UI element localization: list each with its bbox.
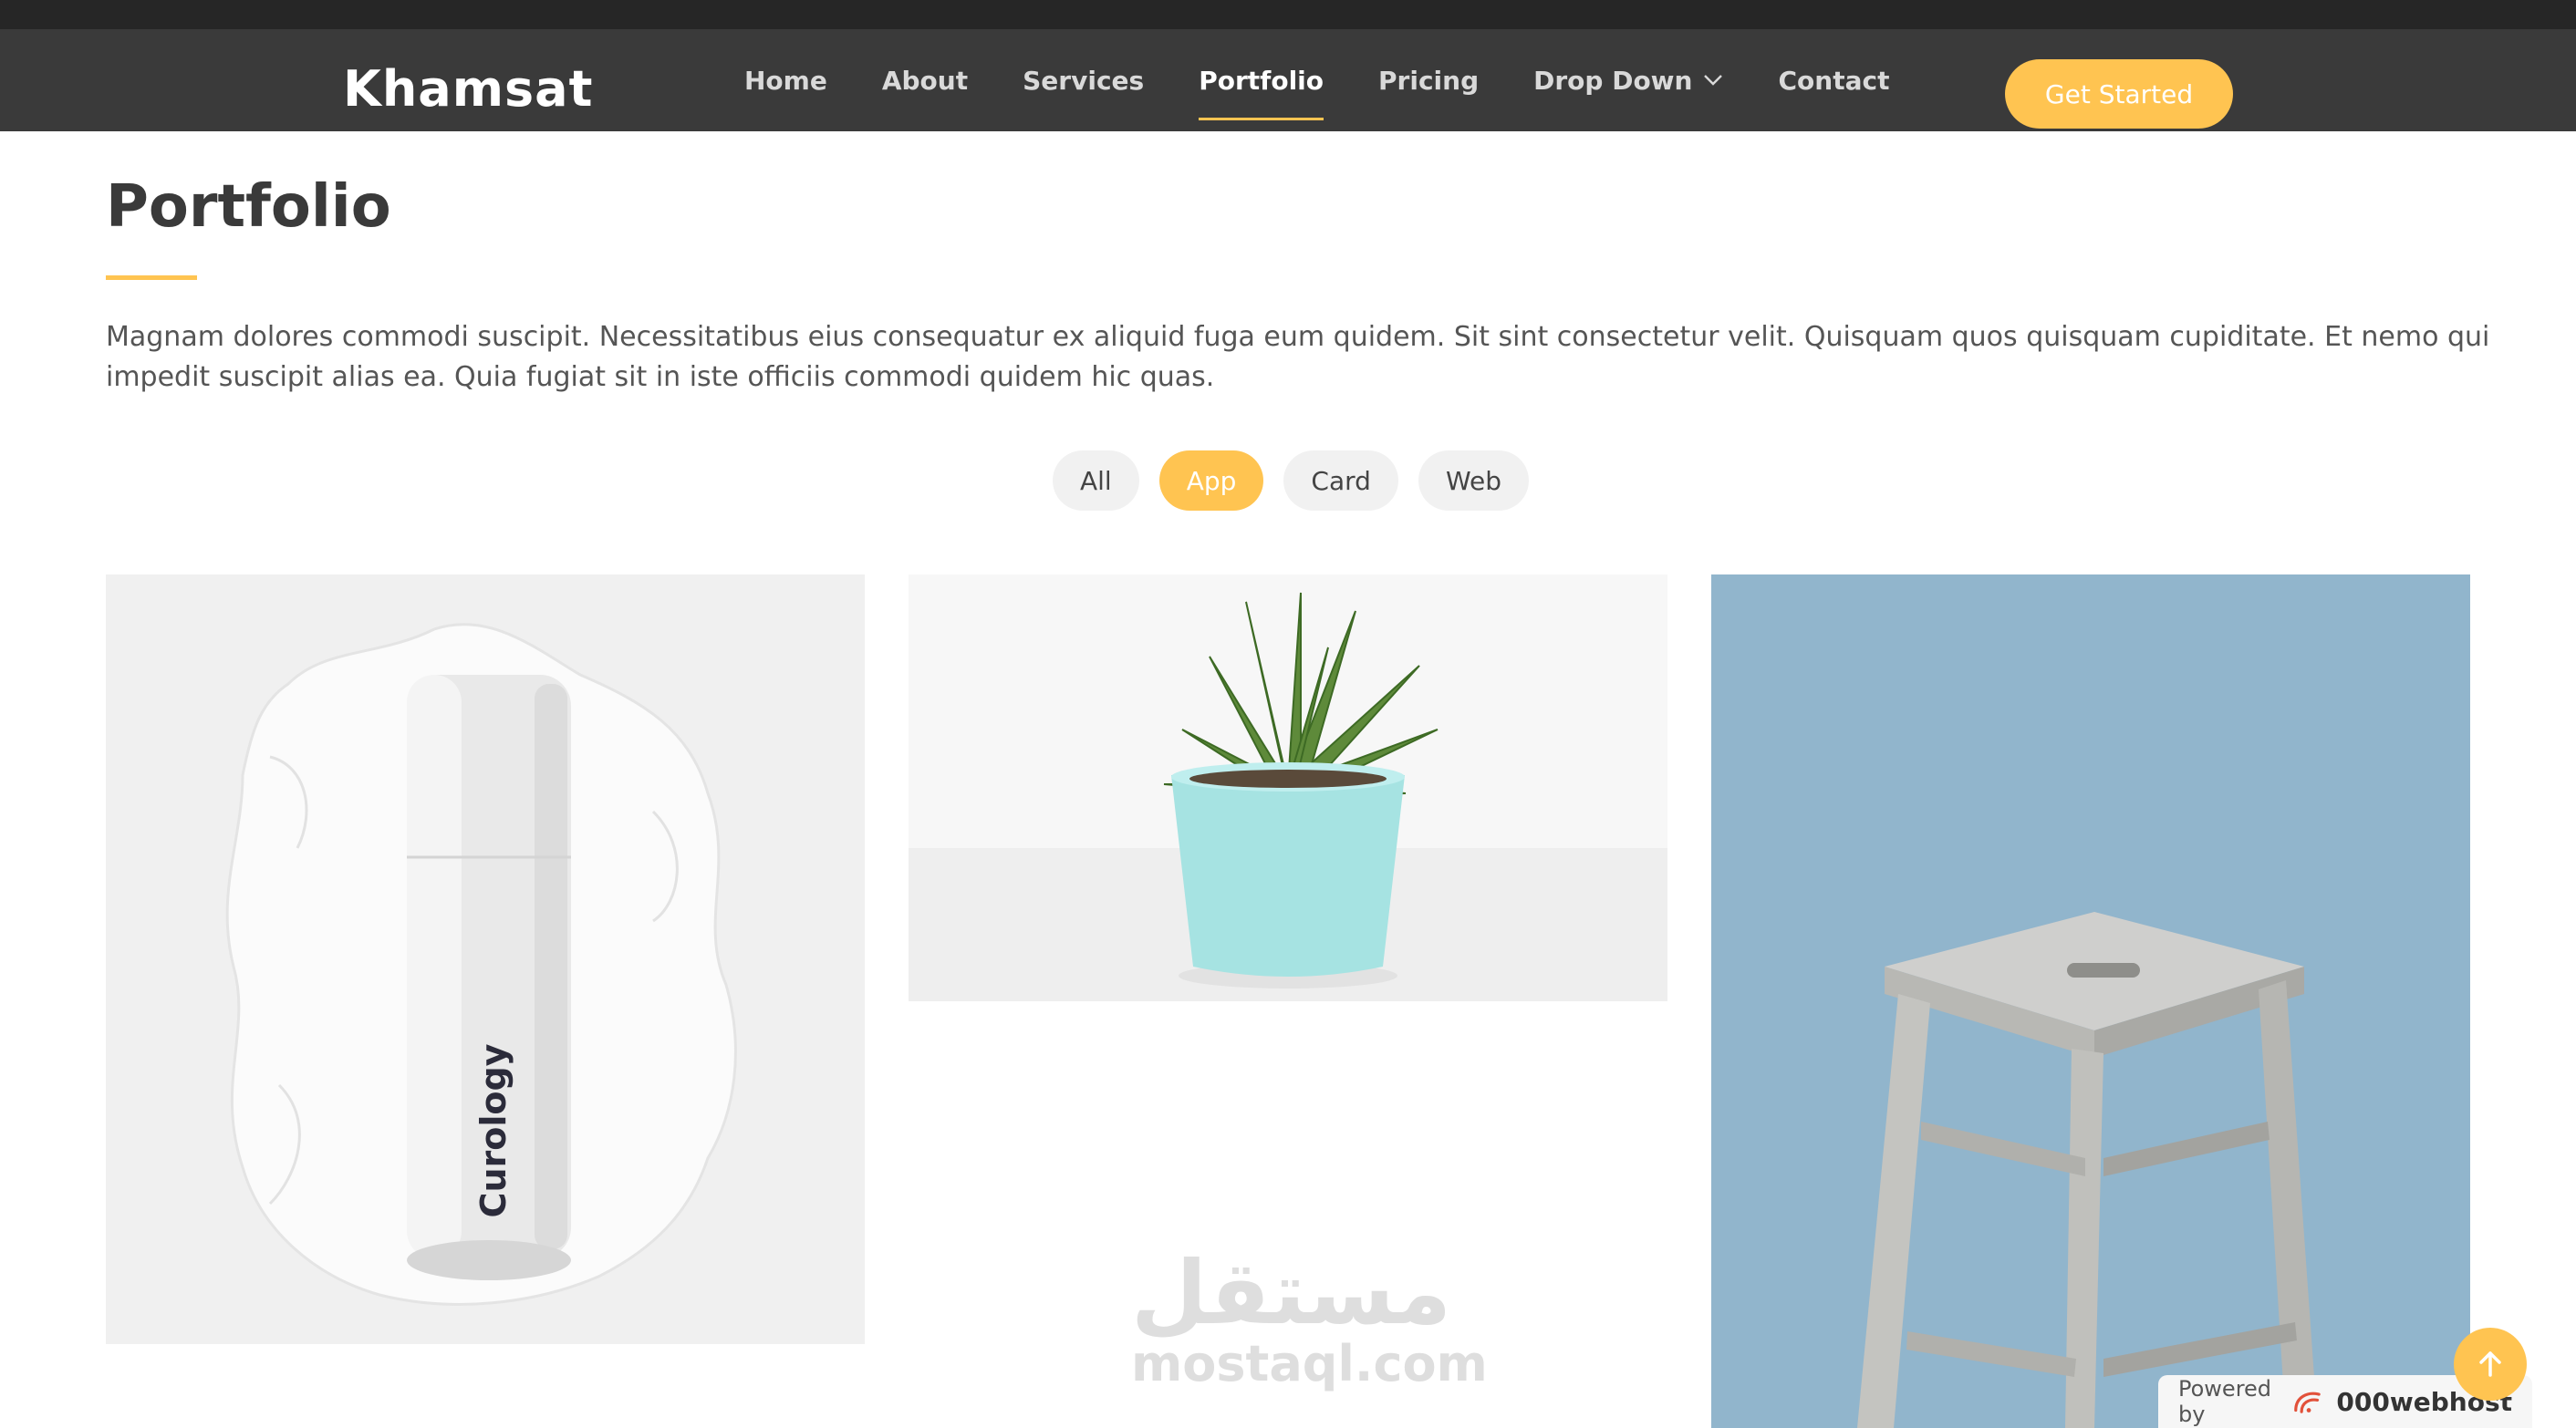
filter-web[interactable]: Web xyxy=(1418,450,1529,511)
main-nav: Home About Services Portfolio Pricing Dr… xyxy=(717,29,1916,131)
chevron-down-icon xyxy=(1704,75,1723,86)
nav-portfolio[interactable]: Portfolio xyxy=(1171,29,1351,131)
back-to-top-button[interactable] xyxy=(2454,1328,2527,1401)
nav-services[interactable]: Services xyxy=(995,29,1171,131)
nav-about[interactable]: About xyxy=(855,29,995,131)
get-started-button[interactable]: Get Started xyxy=(2005,59,2233,129)
nav-pricing[interactable]: Pricing xyxy=(1351,29,1506,131)
watermark-latin: mostaql.com xyxy=(1131,1335,1488,1392)
title-underline xyxy=(106,275,197,280)
powered-prefix: Powered by xyxy=(2178,1376,2272,1427)
nav-dropdown-label: Drop Down xyxy=(1533,65,1693,96)
plant-image xyxy=(909,574,1667,1001)
top-strip xyxy=(0,0,2576,29)
filter-app[interactable]: App xyxy=(1158,450,1264,511)
portfolio-item-plant[interactable] xyxy=(909,574,1667,1001)
filter-card[interactable]: Card xyxy=(1283,450,1398,511)
page: Khamsat Home About Services Portfolio Pr… xyxy=(0,0,2576,1428)
nav-dropdown[interactable]: Drop Down xyxy=(1506,29,1750,131)
watermark: مستقل mostaql.com xyxy=(1131,1242,1488,1392)
portfolio-intro: Magnam dolores commodi suscipit. Necessi… xyxy=(106,321,2490,393)
portfolio-item-bottle[interactable]: Curology xyxy=(106,574,865,1344)
site-header: Khamsat Home About Services Portfolio Pr… xyxy=(0,29,2576,131)
stool-image xyxy=(1711,574,2470,1428)
portfolio-item-stool[interactable] xyxy=(1711,574,2470,1428)
portfolio-filters: All App Card Web xyxy=(1053,450,1529,511)
page-title: Portfolio xyxy=(106,173,391,241)
watermark-arabic: مستقل xyxy=(1131,1242,1452,1344)
bottle-image: Curology xyxy=(106,574,865,1344)
filter-all[interactable]: All xyxy=(1053,450,1139,511)
logo[interactable]: Khamsat xyxy=(343,60,593,118)
bottle-brand-text: Curology xyxy=(473,1043,514,1217)
nav-contact[interactable]: Contact xyxy=(1750,29,1916,131)
arrow-up-icon xyxy=(2479,1351,2501,1377)
nav-home[interactable]: Home xyxy=(717,29,855,131)
swirl-icon xyxy=(2294,1392,2322,1413)
